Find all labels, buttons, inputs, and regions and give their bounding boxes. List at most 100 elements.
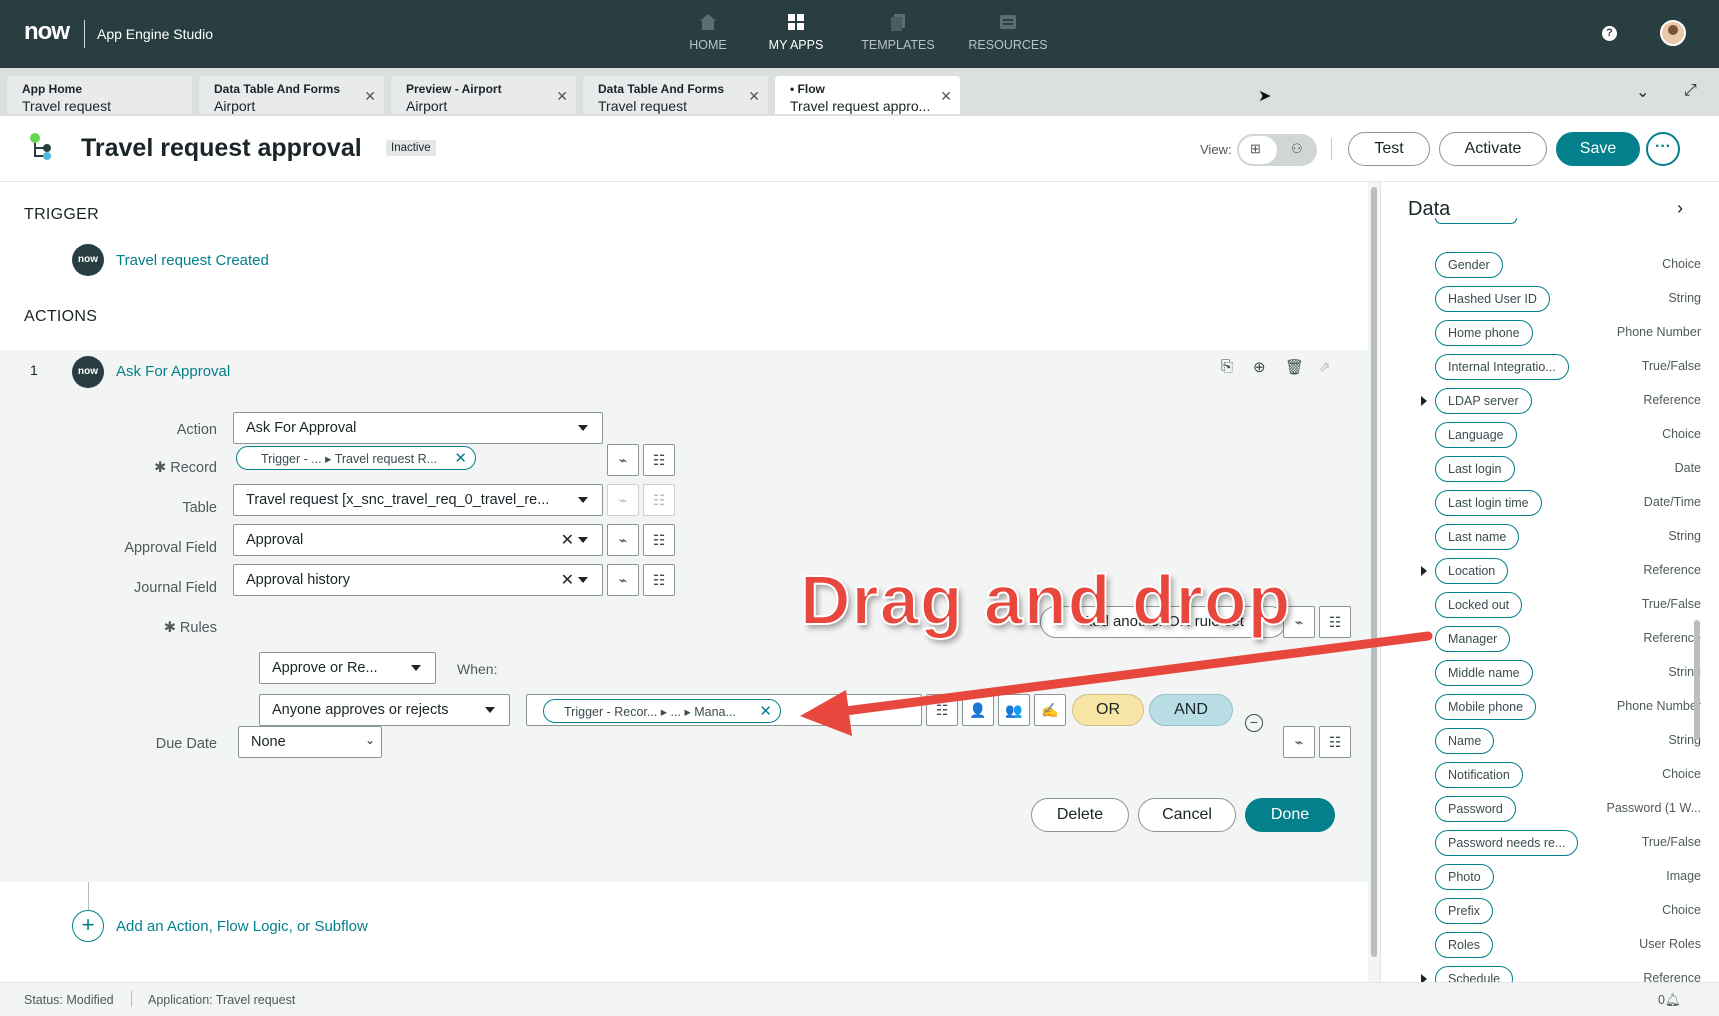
diagram-view-icon[interactable]: ⚇ <box>1291 141 1303 157</box>
test-button[interactable]: Test <box>1348 132 1430 166</box>
group-icon[interactable]: 👥 <box>998 694 1030 726</box>
data-pill[interactable]: Location <box>1435 558 1509 584</box>
data-row[interactable]: Last login time Date/Time <box>1381 490 1701 518</box>
data-row[interactable]: Notification Choice <box>1381 762 1701 790</box>
data-picker-icon[interactable]: ☷ <box>643 564 675 596</box>
inline-script-icon[interactable]: ⌁ <box>607 484 639 516</box>
data-row[interactable]: Mobile phone Phone Number <box>1381 694 1701 722</box>
data-row[interactable]: Location Reference <box>1381 558 1701 586</box>
delete-button[interactable]: Delete <box>1031 798 1129 832</box>
data-pill[interactable]: Roles <box>1435 932 1493 958</box>
expand-arrow-icon[interactable] <box>1421 566 1427 576</box>
rule-type-select[interactable]: Approve or Re... <box>259 652 436 684</box>
data-pill[interactable]: Password needs re... <box>1435 830 1579 856</box>
data-pill[interactable]: Manager <box>1435 626 1511 652</box>
data-pill[interactable]: Prefix <box>1435 898 1493 924</box>
expand-icon[interactable]: ⤢ <box>1684 82 1697 100</box>
rule-user-field[interactable]: Trigger - Recor... ▸ ... ▸ Mana... ✕ <box>526 694 922 726</box>
data-pill[interactable]: Last name <box>1435 524 1520 550</box>
expand-arrow-icon[interactable] <box>1421 396 1427 406</box>
data-row[interactable]: Middle name String <box>1381 660 1701 688</box>
close-icon[interactable]: ✕ <box>940 88 952 105</box>
and-button[interactable]: AND <box>1149 694 1233 726</box>
data-pill[interactable]: LDAP server <box>1435 388 1532 414</box>
data-pill[interactable]: Photo <box>1435 864 1494 890</box>
tab-preview-airport[interactable]: Preview - Airport Airport ✕ <box>391 76 576 114</box>
manual-user-icon[interactable]: ✍ <box>1034 694 1066 726</box>
data-row[interactable]: Prefix Choice <box>1381 898 1701 926</box>
canvas-scrollbar[interactable] <box>1368 182 1380 982</box>
add-action-link[interactable]: Add an Action, Flow Logic, or Subflow <box>116 918 368 935</box>
nav-home[interactable]: HOME <box>658 12 758 52</box>
save-button[interactable]: Save <box>1556 132 1640 166</box>
close-icon[interactable]: ✕ <box>748 88 760 105</box>
add-icon[interactable]: + <box>72 910 104 942</box>
data-pill[interactable]: Middle name <box>1435 660 1533 686</box>
action-select[interactable]: Ask For Approval <box>233 412 603 444</box>
data-row[interactable]: Last login Date <box>1381 456 1701 484</box>
data-row[interactable]: Last name String <box>1381 524 1701 552</box>
data-picker-icon[interactable]: ☷ <box>643 444 675 476</box>
delete-icon[interactable]: 🗑 <box>1285 358 1304 376</box>
clear-icon[interactable]: ✕ <box>561 530 574 550</box>
app-title[interactable]: App Engine Studio <box>97 26 213 42</box>
done-button[interactable]: Done <box>1245 798 1335 832</box>
trigger-link[interactable]: Travel request Created <box>116 252 269 269</box>
data-pill[interactable]: Locked out <box>1435 592 1523 618</box>
data-pill[interactable]: Language <box>1435 422 1517 448</box>
data-row[interactable]: Home phone Phone Number <box>1381 320 1701 348</box>
data-row[interactable]: LDAP server Reference <box>1381 388 1701 416</box>
data-pill[interactable]: Hashed User ID <box>1435 286 1550 312</box>
rule-condition-select[interactable]: Anyone approves or rejects <box>259 694 510 726</box>
data-pill[interactable]: Last login time <box>1435 490 1542 516</box>
tab-data-table-airport[interactable]: Data Table And Forms Airport ✕ <box>199 76 384 114</box>
data-row[interactable]: Password Password (1 W... <box>1381 796 1701 824</box>
inline-script-icon[interactable]: ⌁ <box>607 524 639 556</box>
data-picker-icon[interactable]: ☷ <box>926 694 958 726</box>
inline-script-icon[interactable]: ⌁ <box>1283 726 1315 758</box>
table-select[interactable]: Travel request [x_snc_travel_req_0_trave… <box>233 484 603 516</box>
close-icon[interactable]: ✕ <box>364 88 376 105</box>
notification-count[interactable]: 0🔔︎ <box>1658 993 1681 1008</box>
activate-button[interactable]: Activate <box>1439 132 1547 166</box>
now-logo[interactable]: now <box>24 18 70 46</box>
data-pill[interactable]: Last login <box>1435 456 1515 482</box>
data-row[interactable]: Password needs re... True/False <box>1381 830 1701 858</box>
data-row[interactable]: Locked out True/False <box>1381 592 1701 620</box>
inline-script-icon[interactable]: ⌁ <box>607 444 639 476</box>
data-pill[interactable]: Password <box>1435 796 1516 822</box>
data-picker-icon[interactable]: ☷ <box>643 524 675 556</box>
copy-icon[interactable]: ⎘ <box>1221 358 1233 375</box>
data-row[interactable]: Manager Reference <box>1381 626 1701 654</box>
view-toggle[interactable]: ⊞ ⚇ <box>1237 134 1317 166</box>
remove-rule-icon[interactable]: − <box>1245 714 1263 732</box>
clear-icon[interactable]: ✕ <box>561 570 574 590</box>
data-pill[interactable]: Gender <box>1435 252 1503 278</box>
nav-my-apps[interactable]: MY APPS <box>746 12 846 52</box>
user-icon[interactable]: 👤 <box>962 694 994 726</box>
tab-app-home[interactable]: App Home Travel request <box>7 76 192 114</box>
data-row[interactable]: Roles User Roles <box>1381 932 1701 960</box>
data-pill[interactable]: Mobile phone <box>1435 694 1537 720</box>
chevron-down-icon[interactable]: ⌄ <box>1636 82 1649 102</box>
data-picker-icon[interactable]: ☷ <box>1319 606 1351 638</box>
data-row[interactable]: Photo Image <box>1381 864 1701 892</box>
data-row[interactable]: Name String <box>1381 728 1701 756</box>
data-picker-icon[interactable]: ☷ <box>1319 726 1351 758</box>
data-pill[interactable]: Home phone <box>1435 320 1533 346</box>
inline-script-icon[interactable]: ⌁ <box>607 564 639 596</box>
data-pill[interactable]: Notification <box>1435 762 1523 788</box>
close-icon[interactable]: ✕ <box>759 702 772 720</box>
journal-field-select[interactable]: Approval history ✕ <box>233 564 603 596</box>
due-date-select[interactable]: None ⌄ <box>238 726 382 758</box>
data-pill[interactable]: Name <box>1435 728 1495 754</box>
chevron-right-icon[interactable]: › <box>1677 198 1683 219</box>
add-note-icon[interactable]: ⊕ <box>1253 358 1266 376</box>
user-avatar[interactable] <box>1660 20 1686 46</box>
data-row[interactable]: Hashed User ID String <box>1381 286 1701 314</box>
help-icon[interactable]: ? <box>1602 26 1617 41</box>
tab-flow[interactable]: • Flow Travel request appro... ✕ <box>775 76 960 114</box>
approval-field-select[interactable]: Approval ✕ <box>233 524 603 556</box>
data-panel-scrollbar[interactable] <box>1694 620 1700 740</box>
more-options-button[interactable]: ··· <box>1646 132 1680 166</box>
